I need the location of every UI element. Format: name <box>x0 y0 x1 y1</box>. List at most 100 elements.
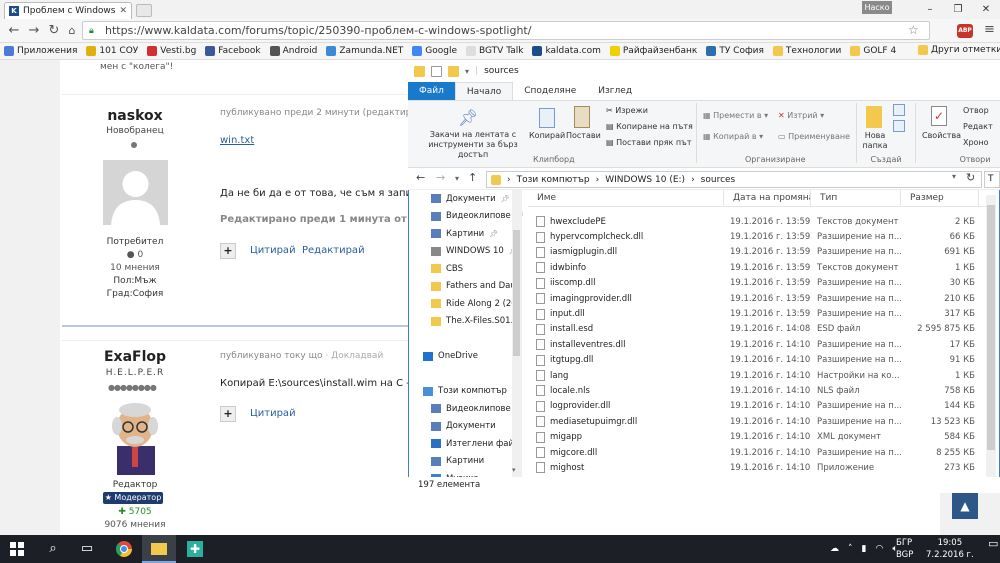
bookmark-item[interactable]: Android <box>269 46 317 56</box>
nav-item[interactable]: Видеоклипове📌︎ <box>409 208 523 226</box>
tray-network-icon[interactable]: ◠ <box>875 544 883 554</box>
search-box[interactable]: Т <box>984 171 1000 188</box>
file-explorer-taskbar-icon[interactable] <box>142 535 176 563</box>
back-arrow-icon[interactable]: ← <box>6 22 22 40</box>
clock[interactable]: 19:05 7.2.2016 г. <box>926 537 974 561</box>
history-button[interactable]: Хроно <box>963 138 989 147</box>
nav-item[interactable]: The.X-Files.S01.1 <box>409 313 523 331</box>
recent-locations-icon[interactable]: ▾ <box>455 174 459 183</box>
nav-item[interactable]: WINDOWS 10📌︎ <box>409 243 523 261</box>
quote-button[interactable]: Цитирай <box>250 245 296 256</box>
bookmark-item[interactable]: 101 СОУ <box>86 46 138 56</box>
copy-path-button[interactable]: ▤ Копиране на пътя <box>606 122 693 131</box>
up-folder-icon[interactable]: ↑ <box>468 171 477 184</box>
easy-access-icon[interactable] <box>893 120 905 132</box>
explorer-forward-icon[interactable]: → <box>436 171 445 184</box>
post-username[interactable]: ExaFlop <box>75 349 195 365</box>
breadcrumb-this-pc[interactable]: Този компютър <box>517 175 590 185</box>
forward-arrow-icon[interactable]: → <box>26 22 42 40</box>
tab-home[interactable]: Начало <box>454 82 514 100</box>
file-row[interactable]: iiscomp.dll 19.1.2016 г. 13:59 Разширение … <box>528 276 986 291</box>
file-row[interactable]: imagingprovider.dll 19.1.2016 г. 13:59 Раз… <box>528 291 986 306</box>
properties-qat-icon[interactable] <box>431 65 442 77</box>
nav-item[interactable]: Този компютър <box>409 383 523 401</box>
move-to-button[interactable]: ▦ Премести в ▾ <box>703 111 768 120</box>
new-tab-button[interactable] <box>136 4 152 17</box>
nav-item[interactable]: Документи <box>409 418 523 436</box>
profile-button[interactable]: Наско <box>862 1 892 14</box>
new-item-icon[interactable] <box>893 104 905 116</box>
column-size[interactable]: Размер <box>901 190 979 206</box>
qat-dropdown-icon[interactable]: ▾ <box>465 67 469 76</box>
nav-item[interactable]: Картини 📌︎ <box>409 225 523 243</box>
app-taskbar-icon[interactable]: ✚ <box>178 535 212 563</box>
breadcrumb-drive[interactable]: WINDOWS 10 (E:) <box>605 175 685 185</box>
plus-one-button[interactable]: + <box>220 243 236 259</box>
bookmark-item[interactable]: Приложения <box>4 46 77 56</box>
bookmark-star-icon[interactable]: ☆ <box>908 23 919 37</box>
column-date[interactable]: Дата на промяна <box>724 190 811 206</box>
nav-scrollbar-thumb[interactable] <box>513 230 520 356</box>
file-row[interactable]: migcore.dll 19.1.2016 г. 14:10 Разширение … <box>528 445 986 460</box>
bookmark-item[interactable]: Райфайзенбанк <box>609 46 697 56</box>
tab-share[interactable]: Споделяне <box>513 82 587 100</box>
avatar[interactable] <box>103 400 168 475</box>
file-row[interactable]: idwbinfo 19.1.2016 г. 13:59 Текстов докуме… <box>528 260 986 275</box>
home-icon[interactable]: ⌂ <box>64 22 80 40</box>
other-bookmarks[interactable]: Други отметки <box>918 45 1000 55</box>
file-row[interactable]: itgtupg.dll 19.1.2016 г. 14:10 Разширение … <box>528 353 986 368</box>
properties-button[interactable]: Свойства <box>922 131 961 140</box>
new-folder-button[interactable]: Нова папка <box>860 131 890 151</box>
nav-item[interactable]: Ride Along 2 (20 <box>409 295 523 313</box>
open-button[interactable]: Отвор <box>963 106 989 115</box>
close-window-icon[interactable]: ✕ <box>972 0 1000 19</box>
post-username[interactable]: naskox <box>75 108 195 124</box>
copy-to-button[interactable]: ▦ Копирай в ▾ <box>703 132 763 141</box>
input-language[interactable]: БГР BGP <box>896 537 913 561</box>
scroll-to-top-button[interactable]: ▲ <box>952 493 978 519</box>
bookmark-item[interactable]: Технологии <box>772 46 841 56</box>
nav-item[interactable]: OneDrive <box>409 348 523 366</box>
column-type[interactable]: Тип <box>811 190 901 206</box>
tab-close-icon[interactable]: ✕ <box>119 6 127 16</box>
restore-icon[interactable]: ❐ <box>944 0 972 19</box>
report-link[interactable]: · Докладвай <box>325 351 383 361</box>
file-row[interactable]: iasmigplugin.dll 19.1.2016 г. 13:59 Разшир… <box>528 245 986 260</box>
nav-item[interactable]: Видеоклипове <box>409 400 523 418</box>
chrome-icon[interactable] <box>107 535 141 563</box>
bookmark-item[interactable]: ТУ София <box>706 46 764 56</box>
explorer-address-bar[interactable]: › Този компютър › WINDOWS 10 (E:) › sour… <box>486 171 982 188</box>
address-dropdown-icon[interactable]: ▾ <box>952 172 956 181</box>
rename-button[interactable]: ▭ Преименуване <box>778 132 850 141</box>
paste-button[interactable]: Постави <box>566 131 601 140</box>
file-row[interactable]: installeventres.dll 19.1.2016 г. 14:10 Раз… <box>528 337 986 352</box>
bookmark-item[interactable]: Zamunda.NET <box>326 46 403 56</box>
tray-expand-icon[interactable]: ˄ <box>848 544 853 554</box>
nav-item[interactable]: CBS <box>409 260 523 278</box>
nav-item[interactable]: Изтеглени файл <box>409 435 523 453</box>
file-row[interactable]: logprovider.dll 19.1.2016 г. 14:10 Разшире… <box>528 399 986 414</box>
avatar[interactable] <box>103 160 168 225</box>
file-row[interactable]: install.esd 19.1.2016 г. 14:08 ESD файл 2 5… <box>528 322 986 337</box>
minimize-icon[interactable]: – <box>916 0 944 19</box>
file-row[interactable]: input.dll 19.1.2016 г. 13:59 Разширение на… <box>528 306 986 321</box>
file-row[interactable]: lang 19.1.2016 г. 14:10 Настройки на ко...… <box>528 368 986 383</box>
column-name[interactable]: Име <box>528 190 724 206</box>
file-row[interactable]: locale.nls 19.1.2016 г. 14:10 NLS файл 758 … <box>528 383 986 398</box>
bookmark-item[interactable]: kaldata.com <box>532 46 601 56</box>
nav-item[interactable]: Картини <box>409 453 523 471</box>
nav-item[interactable]: Музика <box>409 470 523 477</box>
adblock-plus-icon[interactable]: ABP <box>957 24 973 38</box>
edit-button[interactable]: Редактирай <box>302 245 365 256</box>
edit-file-button[interactable]: Редакт <box>963 122 993 131</box>
bookmark-item[interactable]: GOLF 4 <box>850 46 896 56</box>
address-bar[interactable]: 🔒︎ https://www.kaldata.com/forums/topic/… <box>82 21 930 40</box>
file-row[interactable]: hwexcludePE 19.1.2016 г. 13:59 Текстов док… <box>528 214 986 229</box>
tray-battery-icon[interactable]: ▮ <box>862 544 867 554</box>
paste-shortcut-button[interactable]: ▤ Постави пряк път <box>606 138 691 147</box>
search-icon[interactable]: ⌕ <box>36 535 70 563</box>
bookmark-item[interactable]: BGTV Talk <box>466 46 523 56</box>
plus-one-button[interactable]: + <box>220 406 236 422</box>
nav-item[interactable]: Документи 📌︎ <box>409 190 523 208</box>
tray-cloud-icon[interactable]: ☁ <box>830 544 839 554</box>
